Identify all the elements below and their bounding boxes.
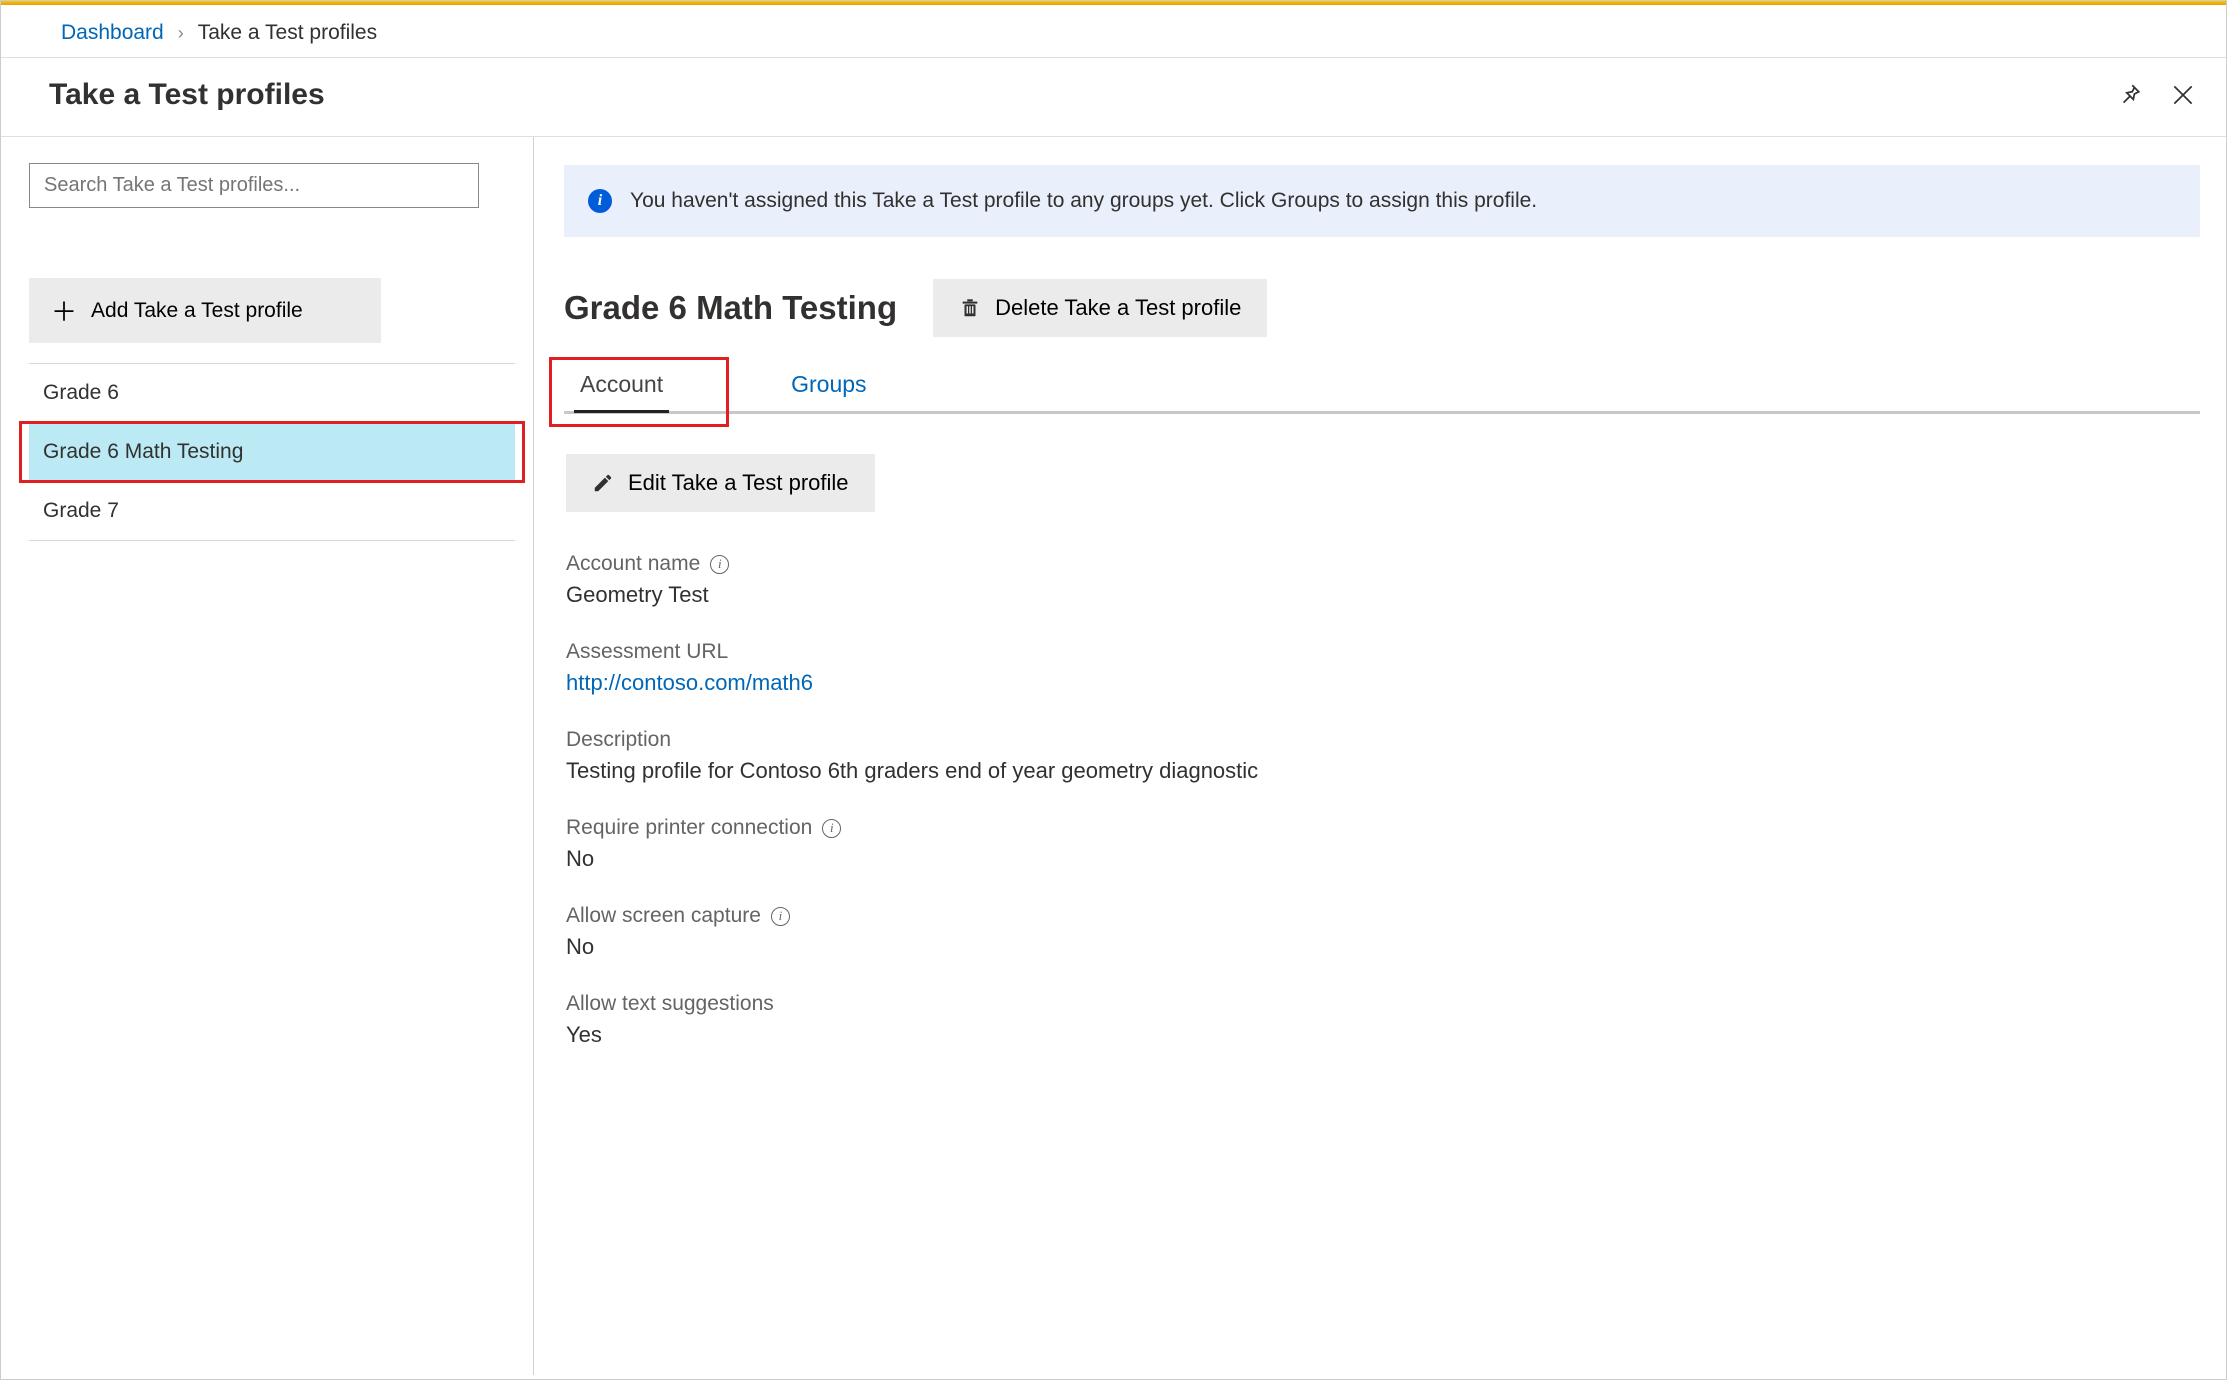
sidebar-item-grade-6[interactable]: Grade 6 bbox=[29, 363, 515, 423]
field-label-assessment-url: Assessment URL bbox=[566, 640, 2200, 664]
add-profile-button[interactable]: ＋ Add Take a Test profile bbox=[29, 278, 381, 343]
pencil-icon bbox=[592, 472, 614, 494]
field-label-text-suggestions: Allow text suggestions bbox=[566, 992, 2200, 1016]
detail-title: Grade 6 Math Testing bbox=[564, 289, 897, 327]
field-label-screen-capture: Allow screen capture i bbox=[566, 904, 2200, 928]
pin-icon[interactable] bbox=[2116, 82, 2142, 108]
header-actions bbox=[2116, 82, 2196, 108]
delete-profile-label: Delete Take a Test profile bbox=[995, 295, 1241, 321]
info-banner-text: You haven't assigned this Take a Test pr… bbox=[630, 189, 1537, 213]
field-value-account-name: Geometry Test bbox=[566, 582, 2200, 608]
delete-profile-button[interactable]: Delete Take a Test profile bbox=[933, 279, 1267, 337]
info-icon[interactable]: i bbox=[771, 907, 790, 926]
sidebar-item-label: Grade 7 bbox=[43, 499, 119, 522]
label-text: Require printer connection bbox=[566, 816, 812, 840]
tab-label: Account bbox=[580, 371, 663, 397]
sidebar-item-grade-6-math[interactable]: Grade 6 Math Testing bbox=[29, 423, 515, 482]
info-icon[interactable]: i bbox=[710, 555, 729, 574]
label-text: Account name bbox=[566, 552, 700, 576]
plus-icon: ＋ bbox=[51, 292, 77, 329]
account-content: Edit Take a Test profile Account name i … bbox=[564, 414, 2200, 1048]
breadcrumb-current: Take a Test profiles bbox=[198, 21, 377, 45]
trash-icon bbox=[959, 297, 981, 319]
breadcrumb: Dashboard › Take a Test profiles bbox=[1, 5, 2226, 57]
field-value-screen-capture: No bbox=[566, 934, 2200, 960]
profile-list: Grade 6 Grade 6 Math Testing Grade 7 bbox=[29, 363, 515, 541]
sidebar: ＋ Add Take a Test profile Grade 6 Grade … bbox=[1, 137, 534, 1375]
label-text: Description bbox=[566, 728, 671, 752]
tab-label: Groups bbox=[791, 371, 866, 397]
page-title: Take a Test profiles bbox=[49, 78, 325, 112]
tabs: Account Groups bbox=[564, 371, 2200, 414]
field-value-description: Testing profile for Contoso 6th graders … bbox=[566, 758, 2200, 784]
label-text: Allow screen capture bbox=[566, 904, 761, 928]
breadcrumb-root-link[interactable]: Dashboard bbox=[61, 21, 164, 45]
field-label-printer: Require printer connection i bbox=[566, 816, 2200, 840]
detail-title-row: Grade 6 Math Testing Delete Take a Test … bbox=[564, 279, 2200, 337]
sidebar-item-label: Grade 6 Math Testing bbox=[43, 440, 243, 463]
detail-pane: i You haven't assigned this Take a Test … bbox=[534, 137, 2226, 1375]
edit-profile-label: Edit Take a Test profile bbox=[628, 470, 849, 496]
sidebar-item-grade-7[interactable]: Grade 7 bbox=[29, 482, 515, 541]
edit-profile-button[interactable]: Edit Take a Test profile bbox=[566, 454, 875, 512]
search-input[interactable] bbox=[29, 163, 479, 208]
info-banner: i You haven't assigned this Take a Test … bbox=[564, 165, 2200, 237]
label-text: Assessment URL bbox=[566, 640, 728, 664]
add-profile-label: Add Take a Test profile bbox=[91, 299, 303, 323]
close-icon[interactable] bbox=[2170, 82, 2196, 108]
tab-account[interactable]: Account bbox=[576, 371, 667, 412]
chevron-right-icon: › bbox=[178, 23, 184, 44]
label-text: Allow text suggestions bbox=[566, 992, 774, 1016]
sidebar-item-label: Grade 6 bbox=[43, 381, 119, 404]
field-label-account-name: Account name i bbox=[566, 552, 2200, 576]
page-header: Take a Test profiles bbox=[1, 57, 2226, 136]
field-value-text-suggestions: Yes bbox=[566, 1022, 2200, 1048]
tab-groups[interactable]: Groups bbox=[787, 371, 870, 412]
field-label-description: Description bbox=[566, 728, 2200, 752]
info-icon[interactable]: i bbox=[822, 819, 841, 838]
info-icon: i bbox=[588, 189, 612, 213]
field-value-assessment-url: http://contoso.com/math6 bbox=[566, 670, 2200, 696]
field-value-printer: No bbox=[566, 846, 2200, 872]
assessment-url-link[interactable]: http://contoso.com/math6 bbox=[566, 670, 813, 695]
